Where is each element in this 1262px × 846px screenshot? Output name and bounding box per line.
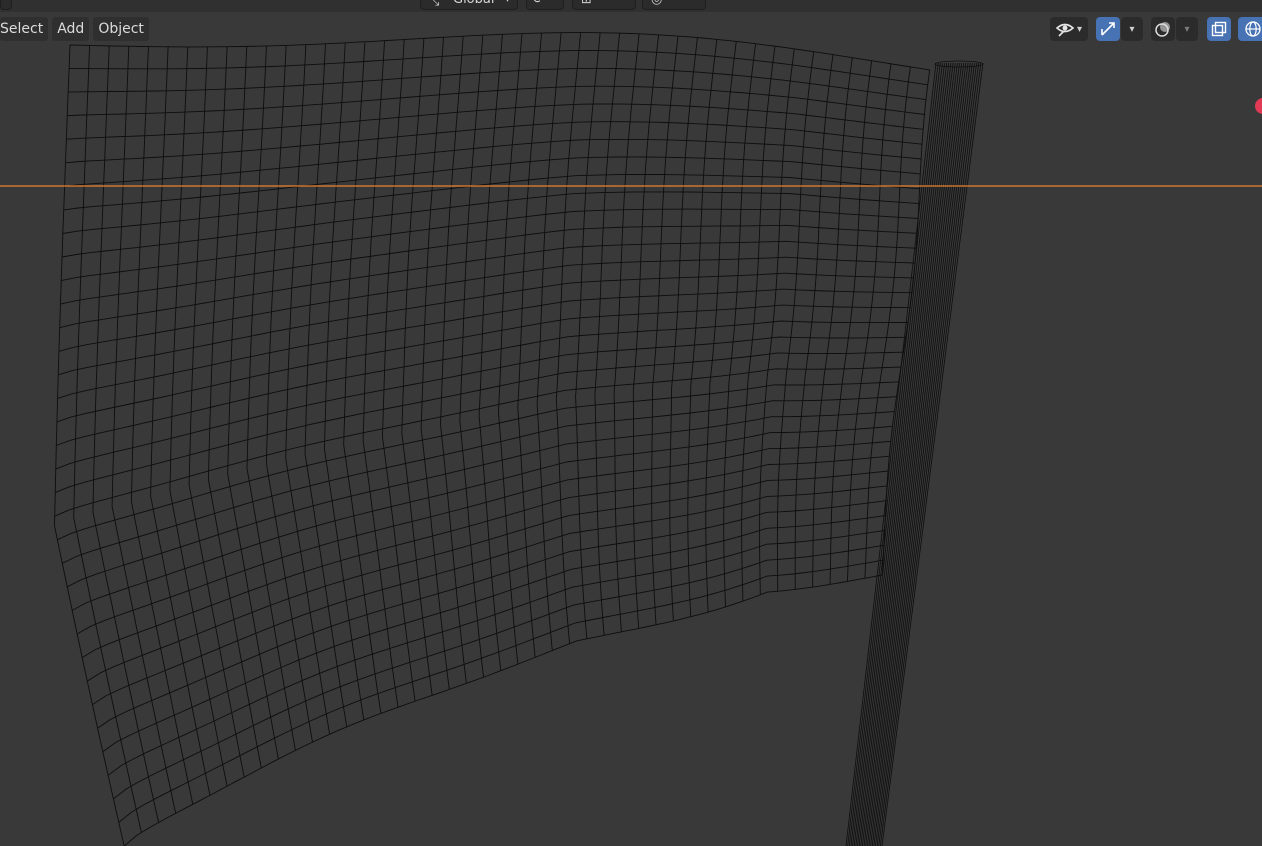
object-menu[interactable]: Object bbox=[93, 17, 149, 41]
pole-edge bbox=[866, 62, 965, 846]
mesh-edge-horizontal bbox=[97, 500, 887, 729]
pole-edge bbox=[861, 62, 958, 846]
wireframe-shading-button[interactable] bbox=[1238, 17, 1262, 41]
mesh-edge-horizontal bbox=[56, 304, 911, 423]
mesh-edge-horizontal bbox=[62, 191, 919, 258]
mesh-edge-vertical bbox=[227, 46, 279, 760]
mesh-edge-horizontal bbox=[55, 336, 906, 470]
pole-edge bbox=[858, 62, 954, 846]
mesh-edge-horizontal bbox=[57, 381, 899, 541]
proportional-editing-toggle[interactable]: ◎ bbox=[642, 0, 706, 10]
mesh-edge-horizontal bbox=[64, 138, 922, 187]
snap-toggle[interactable]: ⊞ bbox=[572, 0, 636, 10]
overlays-dropdown[interactable]: ▾ bbox=[1176, 17, 1198, 41]
mesh-edge-vertical bbox=[246, 45, 296, 751]
mesh-edge-horizontal bbox=[54, 366, 902, 517]
mesh-edge-horizontal bbox=[58, 272, 914, 376]
add-menu[interactable]: Add bbox=[52, 17, 90, 41]
proportional-editing-icon: ◎ bbox=[651, 0, 662, 9]
mesh-edge-vertical bbox=[73, 45, 142, 833]
overlays-icon bbox=[1155, 22, 1170, 37]
mesh-edge-horizontal bbox=[62, 174, 920, 234]
mesh-edge-vertical bbox=[265, 45, 313, 743]
orientation-label: Global bbox=[453, 0, 494, 9]
gizmo-dropdown[interactable]: ▾ bbox=[1121, 17, 1143, 41]
wireframe-shading-icon bbox=[1245, 21, 1261, 37]
mesh-edge-vertical bbox=[169, 46, 228, 787]
transform-orientation-dropdown[interactable]: ⤡ Global ▾ bbox=[420, 0, 518, 10]
mesh-edge-horizontal bbox=[60, 224, 918, 305]
pivot-point-dropdown[interactable]: ⟳ bbox=[526, 0, 564, 10]
flag-wireframe-mesh bbox=[0, 32, 1262, 846]
select-menu[interactable]: Select bbox=[0, 17, 49, 41]
xray-toggle-icon bbox=[1211, 21, 1227, 37]
3d-viewport[interactable] bbox=[0, 0, 1262, 846]
pivot-point-icon: ⟳ bbox=[533, 0, 544, 9]
xray-toggle-button[interactable] bbox=[1207, 17, 1231, 41]
pole-edge bbox=[845, 62, 937, 846]
mesh-edge-horizontal bbox=[92, 485, 888, 705]
mesh-edge-vertical bbox=[188, 46, 245, 778]
pole-edge bbox=[873, 62, 973, 846]
mesh-edge-vertical bbox=[285, 44, 331, 735]
chevron-down-icon: ▾ bbox=[505, 0, 510, 9]
chevron-down-icon: ▾ bbox=[1076, 23, 1083, 35]
pole-edge bbox=[860, 62, 956, 846]
mesh-edge-vertical bbox=[92, 45, 160, 823]
pole-edge bbox=[868, 62, 967, 846]
mesh-edge-vertical bbox=[130, 46, 194, 805]
mesh-edge-horizontal bbox=[102, 515, 886, 753]
mesh-edge-horizontal bbox=[123, 574, 883, 846]
cloth-mesh bbox=[54, 32, 931, 846]
mesh-edge-vertical bbox=[150, 46, 211, 796]
visibility-dropdown[interactable]: ▾ bbox=[1050, 17, 1088, 41]
gizmo-toggle-icon bbox=[1101, 22, 1115, 36]
transform-orientation-icon: ⤡ bbox=[429, 0, 440, 9]
top-header-bar: ⤡ Global ▾ ⟳ ⊞ ◎ bbox=[0, 0, 1262, 12]
mesh-edge-vertical bbox=[207, 46, 262, 769]
gizmo-toggle-button[interactable] bbox=[1096, 17, 1120, 41]
pole-edge bbox=[863, 62, 960, 846]
eye-visibility-icon bbox=[1055, 23, 1074, 37]
pole-edge bbox=[870, 62, 969, 846]
snap-icon: ⊞ bbox=[581, 0, 592, 9]
chevron-down-icon: ▾ bbox=[1129, 23, 1135, 35]
overlays-toggle-button[interactable] bbox=[1151, 17, 1175, 41]
mesh-edge-horizontal bbox=[81, 455, 890, 658]
pole-edge bbox=[855, 62, 950, 846]
mesh-edge-vertical bbox=[343, 41, 382, 714]
editor-type-button[interactable] bbox=[0, 0, 12, 10]
chevron-down-icon: ▾ bbox=[1184, 23, 1190, 35]
pole-edge bbox=[871, 62, 971, 846]
flag-pole bbox=[845, 60, 984, 846]
viewport-menu-bar: Select Add Object bbox=[0, 17, 149, 41]
